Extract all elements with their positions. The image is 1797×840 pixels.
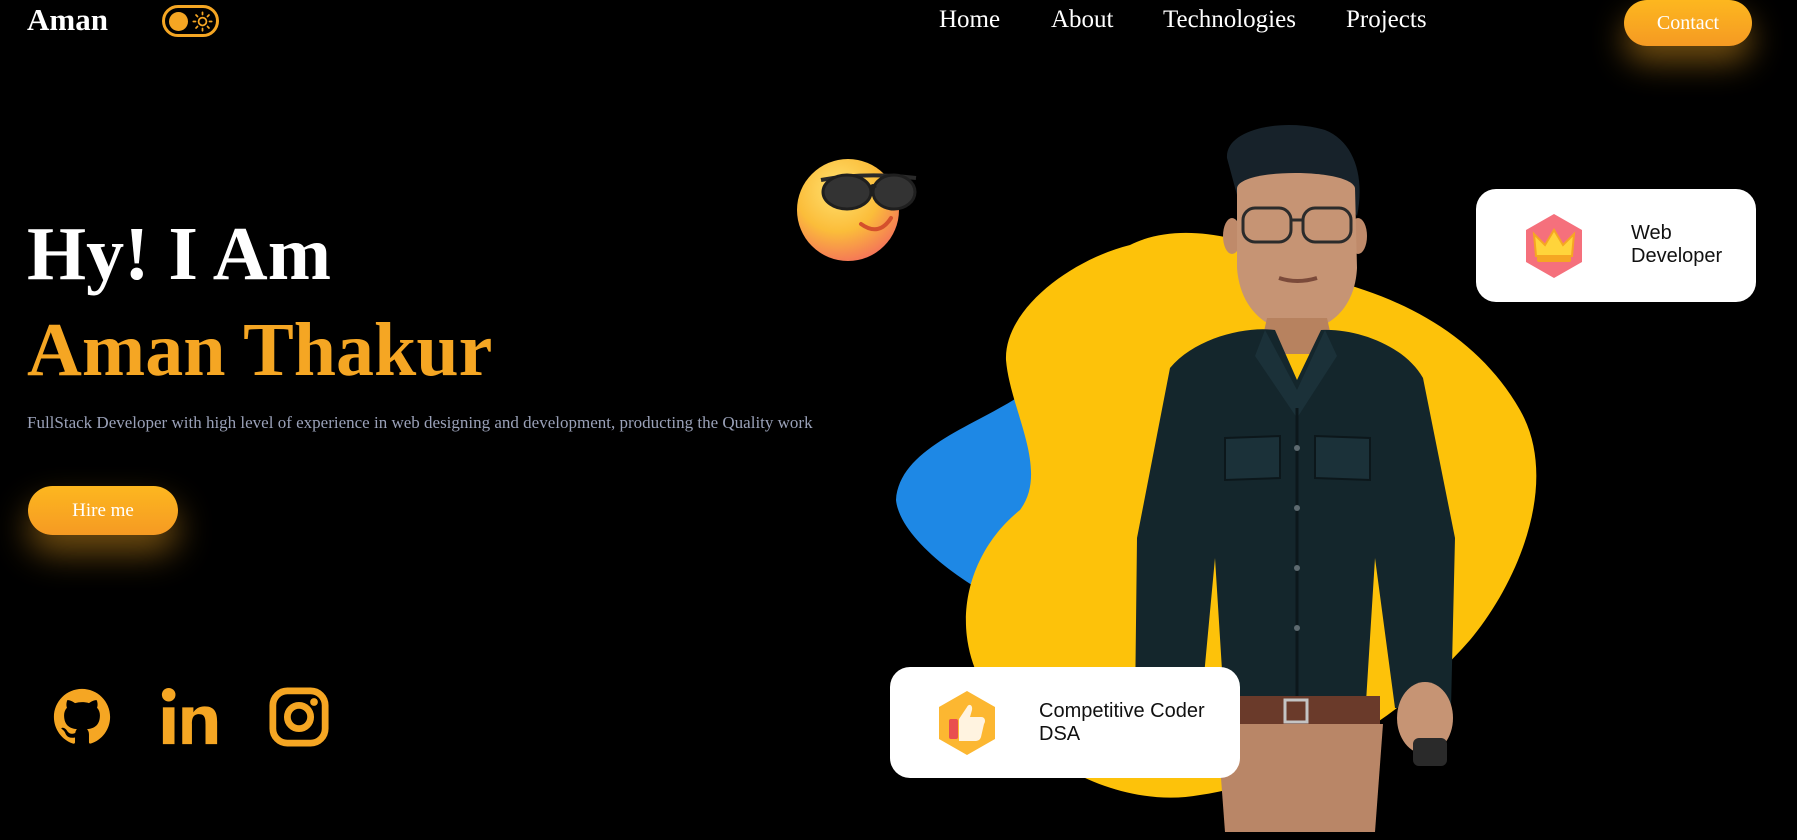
brand-logo[interactable]: Aman — [27, 2, 108, 38]
competitive-coder-card: Competitive Coder DSA — [890, 667, 1240, 778]
coder-card-line2: DSA — [1039, 723, 1081, 745]
navbar: Aman Home About Technologies Projects Co… — [0, 0, 1797, 50]
sun-icon — [192, 11, 213, 32]
hire-me-button[interactable]: Hire me — [28, 486, 178, 535]
web-card-line1: Web — [1631, 222, 1672, 244]
hero-greeting: Hy! I Am — [27, 212, 331, 296]
web-card-line2: Developer — [1631, 245, 1723, 267]
nav-home[interactable]: Home — [939, 6, 1000, 34]
github-icon[interactable] — [51, 686, 113, 748]
nav-technologies[interactable]: Technologies — [1163, 6, 1296, 34]
contact-button[interactable]: Contact — [1624, 0, 1752, 46]
linkedin-icon[interactable] — [159, 686, 221, 748]
nav-about[interactable]: About — [1051, 6, 1114, 34]
toggle-knob — [169, 12, 188, 31]
crown-icon — [1526, 214, 1582, 278]
hero-name: Aman Thakur — [27, 308, 493, 392]
instagram-icon[interactable] — [268, 686, 330, 748]
theme-toggle[interactable] — [162, 5, 219, 37]
web-developer-card: Web Developer — [1476, 189, 1756, 302]
hero-description: FullStack Developer with high level of e… — [27, 413, 813, 432]
thumbs-up-icon — [939, 691, 995, 755]
nav-projects[interactable]: Projects — [1346, 6, 1427, 34]
coder-card-line1: Competitive Coder — [1039, 700, 1205, 722]
